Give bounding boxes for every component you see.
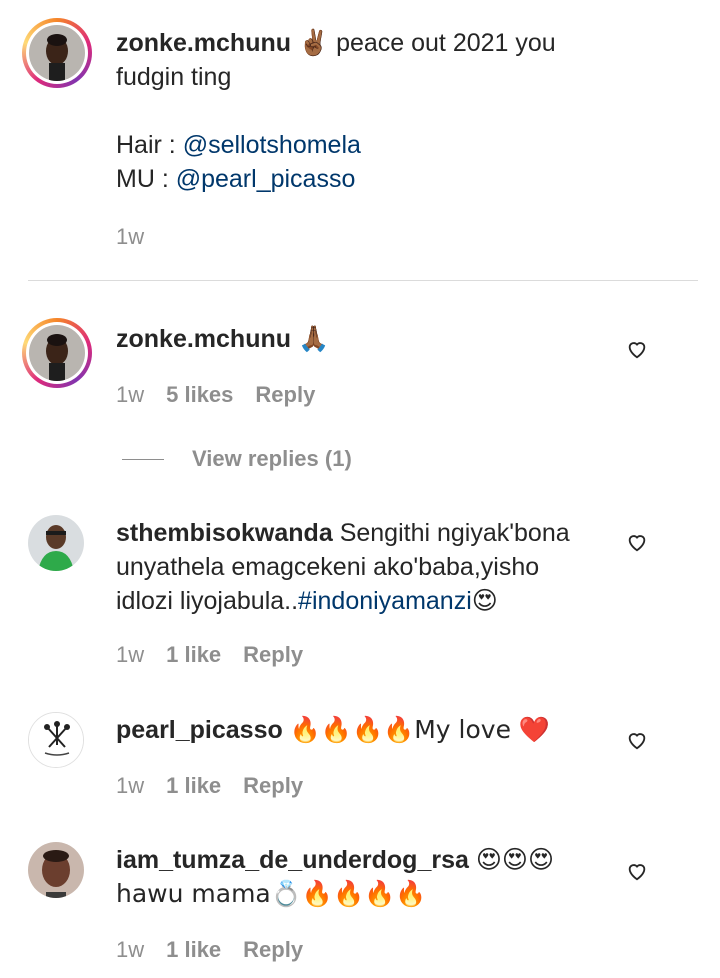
woman-portrait-avatar	[29, 25, 85, 81]
caption-divider	[28, 280, 698, 281]
comment-likes[interactable]: 5 likes	[166, 382, 233, 408]
heart-eyes-emoji: 😍😍😍	[475, 845, 555, 874]
view-replies-label: View replies (1)	[192, 446, 352, 471]
view-replies-line	[122, 458, 164, 460]
comment-meta: 1w 1 like Reply	[116, 937, 303, 963]
comment-body: 🔥🔥🔥🔥My love ❤️	[289, 715, 551, 744]
comment-likes[interactable]: 1 like	[166, 937, 221, 963]
comment-line3: idlozi liyojabula..	[116, 587, 299, 615]
reply-button[interactable]: Reply	[243, 937, 303, 963]
caption-time: 1w	[116, 224, 145, 249]
comment-username[interactable]: iam_tumza_de_underdog_rsa	[116, 846, 469, 874]
comment-meta: 1w 1 like Reply	[116, 642, 303, 668]
comment-username[interactable]: zonke.mchunu	[116, 325, 291, 353]
comment-likes[interactable]: 1 like	[166, 642, 221, 668]
story-ring-avatar[interactable]	[22, 318, 92, 388]
comment-time: 1w	[116, 937, 145, 962]
comment-text: sthembisokwanda Sengithi ngiyak'bona uny…	[116, 516, 616, 618]
caption-text: zonke.mchunu ✌🏾 peace out 2021 you fudgi…	[116, 26, 616, 196]
caption-meta: 1w	[116, 224, 144, 250]
heart-icon[interactable]	[626, 531, 648, 553]
comment-line2: unyathela emagcekeni ako'baba,yisho	[116, 553, 540, 581]
comment-username[interactable]: pearl_picasso	[116, 716, 283, 744]
comment-time: 1w	[116, 642, 145, 667]
makeup-brush-logo-avatar[interactable]	[28, 712, 84, 768]
man-green-shirt-avatar[interactable]	[28, 515, 84, 571]
comment-time: 1w	[116, 773, 145, 798]
caption-line1: peace out 2021 you	[336, 29, 556, 57]
comment-line1: Sengithi ngiyak'bona	[339, 519, 570, 547]
mu-label: MU :	[116, 165, 176, 193]
comment-body: 🙏🏾	[297, 324, 330, 353]
comment-text: iam_tumza_de_underdog_rsa 😍😍😍 hawu mama💍…	[116, 843, 616, 911]
reply-button[interactable]: Reply	[243, 773, 303, 799]
woman-portrait-avatar	[29, 325, 85, 381]
hair-label: Hair :	[116, 131, 183, 159]
heart-icon[interactable]	[626, 338, 648, 360]
hashtag-link[interactable]: #indoniyamanzi	[298, 587, 472, 615]
reply-button[interactable]: Reply	[255, 382, 315, 408]
view-replies-button[interactable]: View replies (1)	[122, 446, 352, 472]
comment-meta: 1w 1 like Reply	[116, 773, 303, 799]
heart-eyes-emoji: 😍	[471, 586, 498, 615]
hair-mention-link[interactable]: @sellotshomela	[183, 131, 361, 159]
victory-hand-emoji: ✌🏾	[297, 28, 330, 57]
comment-text: zonke.mchunu 🙏🏾	[116, 322, 616, 356]
mu-mention-link[interactable]: @pearl_picasso	[176, 165, 356, 193]
heart-icon[interactable]	[626, 860, 648, 882]
caption-line2: fudgin ting	[116, 63, 232, 91]
comment-username[interactable]: sthembisokwanda	[116, 519, 333, 547]
story-ring-avatar[interactable]	[22, 18, 92, 88]
comment-text: pearl_picasso 🔥🔥🔥🔥My love ❤️	[116, 713, 616, 747]
comment-likes[interactable]: 1 like	[166, 773, 221, 799]
reply-button[interactable]: Reply	[243, 642, 303, 668]
man-portrait-avatar[interactable]	[28, 842, 84, 898]
comment-line2: hawu mama💍🔥🔥🔥🔥	[116, 879, 427, 908]
caption-username[interactable]: zonke.mchunu	[116, 29, 291, 57]
comment-time: 1w	[116, 382, 145, 407]
comment-meta: 1w 5 likes Reply	[116, 382, 315, 408]
heart-icon[interactable]	[626, 729, 648, 751]
